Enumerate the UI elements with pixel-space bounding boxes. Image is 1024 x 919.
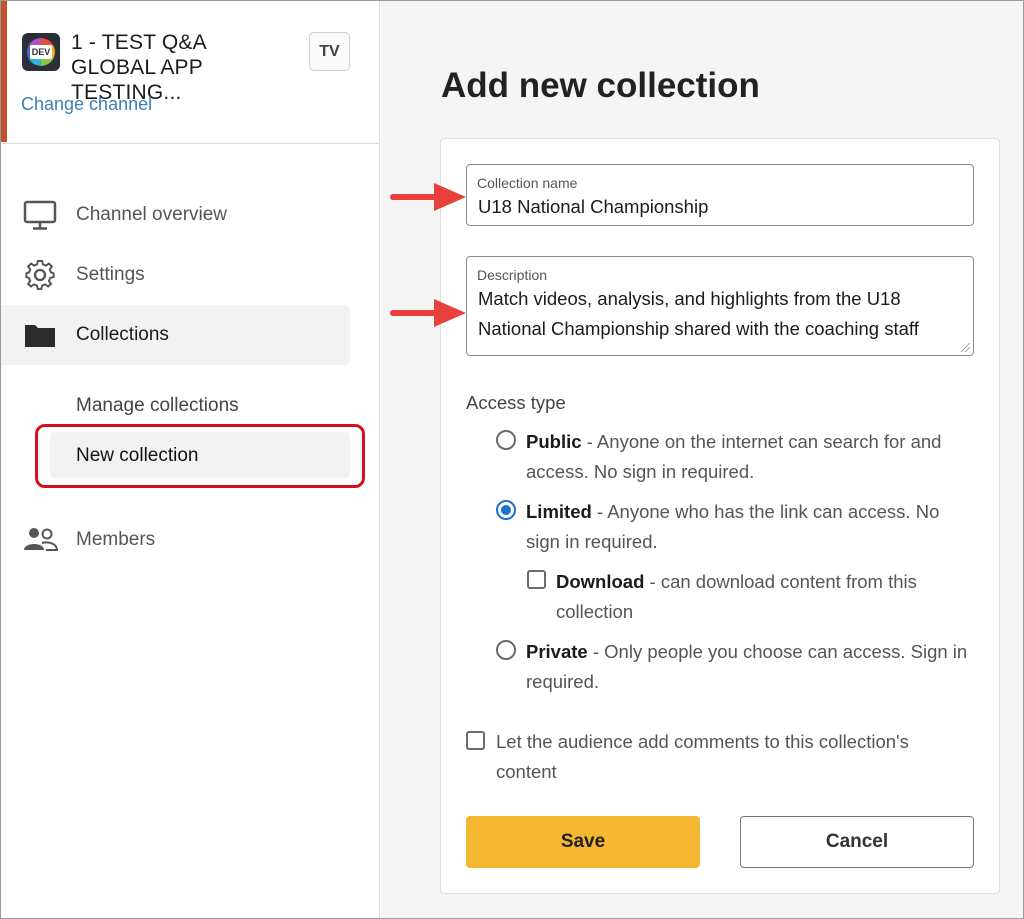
description-label: Description xyxy=(477,267,548,283)
page-title: Add new collection xyxy=(441,66,760,105)
highlight-box xyxy=(35,424,365,488)
private-option-title: Private xyxy=(526,641,588,662)
nav-item-channel-overview[interactable]: Channel overview xyxy=(1,185,350,245)
comments-checkbox[interactable] xyxy=(466,731,485,750)
people-icon xyxy=(24,528,58,551)
access-type-label: Access type xyxy=(466,392,566,413)
nav-label-members: Members xyxy=(76,529,156,550)
annotation-arrow-icon xyxy=(390,183,466,211)
private-option-description: - Only people you choose can access. Sig… xyxy=(526,641,968,692)
cancel-button[interactable]: Cancel xyxy=(740,816,974,868)
annotation-arrow-icon xyxy=(390,299,466,327)
comments-option-label[interactable]: Let the audience add comments to this co… xyxy=(496,727,956,787)
sidebar: DEV 1 - TEST Q&A GLOBAL APP TESTING... T… xyxy=(1,1,380,918)
nav-label-settings: Settings xyxy=(76,264,145,285)
public-radio[interactable] xyxy=(496,430,516,450)
collection-name-input[interactable]: U18 National Championship xyxy=(478,192,708,222)
nav-label-channel-overview: Channel overview xyxy=(76,204,228,225)
channel-accent-bar xyxy=(1,1,7,142)
collection-name-field[interactable]: Collection name U18 National Championshi… xyxy=(466,164,974,226)
collection-name-label: Collection name xyxy=(477,175,578,191)
public-option[interactable]: Public - Anyone on the internet can sear… xyxy=(526,427,974,487)
public-option-title: Public xyxy=(526,431,582,452)
private-radio[interactable] xyxy=(496,640,516,660)
limited-option[interactable]: Limited - Anyone who has the link can ac… xyxy=(526,497,966,557)
channel-logo: DEV xyxy=(22,33,60,71)
save-button[interactable]: Save xyxy=(466,816,700,868)
download-option[interactable]: Download - can download content from thi… xyxy=(556,567,956,627)
monitor-icon xyxy=(23,200,57,230)
limited-radio[interactable] xyxy=(496,500,516,520)
folder-icon xyxy=(25,325,55,347)
nav-item-members[interactable]: Members xyxy=(1,510,350,570)
channel-logo-text: DEV xyxy=(30,45,52,59)
nav-item-collections[interactable]: Collections xyxy=(1,305,350,365)
limited-option-title: Limited xyxy=(526,501,592,522)
private-option[interactable]: Private - Only people you choose can acc… xyxy=(526,637,986,697)
nav-label-collections: Collections xyxy=(76,324,169,345)
channel-header: DEV 1 - TEST Q&A GLOBAL APP TESTING... T… xyxy=(1,1,379,144)
download-checkbox[interactable] xyxy=(527,570,546,589)
change-channel-link[interactable]: Change channel xyxy=(21,94,152,115)
public-option-description: - Anyone on the internet can search for … xyxy=(526,431,942,482)
description-field[interactable]: Description Match videos, analysis, and … xyxy=(466,256,974,356)
download-option-title: Download xyxy=(556,571,645,592)
nav-item-settings[interactable]: Settings xyxy=(1,245,350,305)
description-textarea[interactable]: Match videos, analysis, and highlights f… xyxy=(478,284,966,344)
gear-icon xyxy=(25,259,55,291)
resize-grip-icon[interactable] xyxy=(961,343,970,352)
sub-item-manage-collections[interactable]: Manage collections xyxy=(76,395,239,417)
channel-type-badge[interactable]: TV xyxy=(309,32,350,71)
